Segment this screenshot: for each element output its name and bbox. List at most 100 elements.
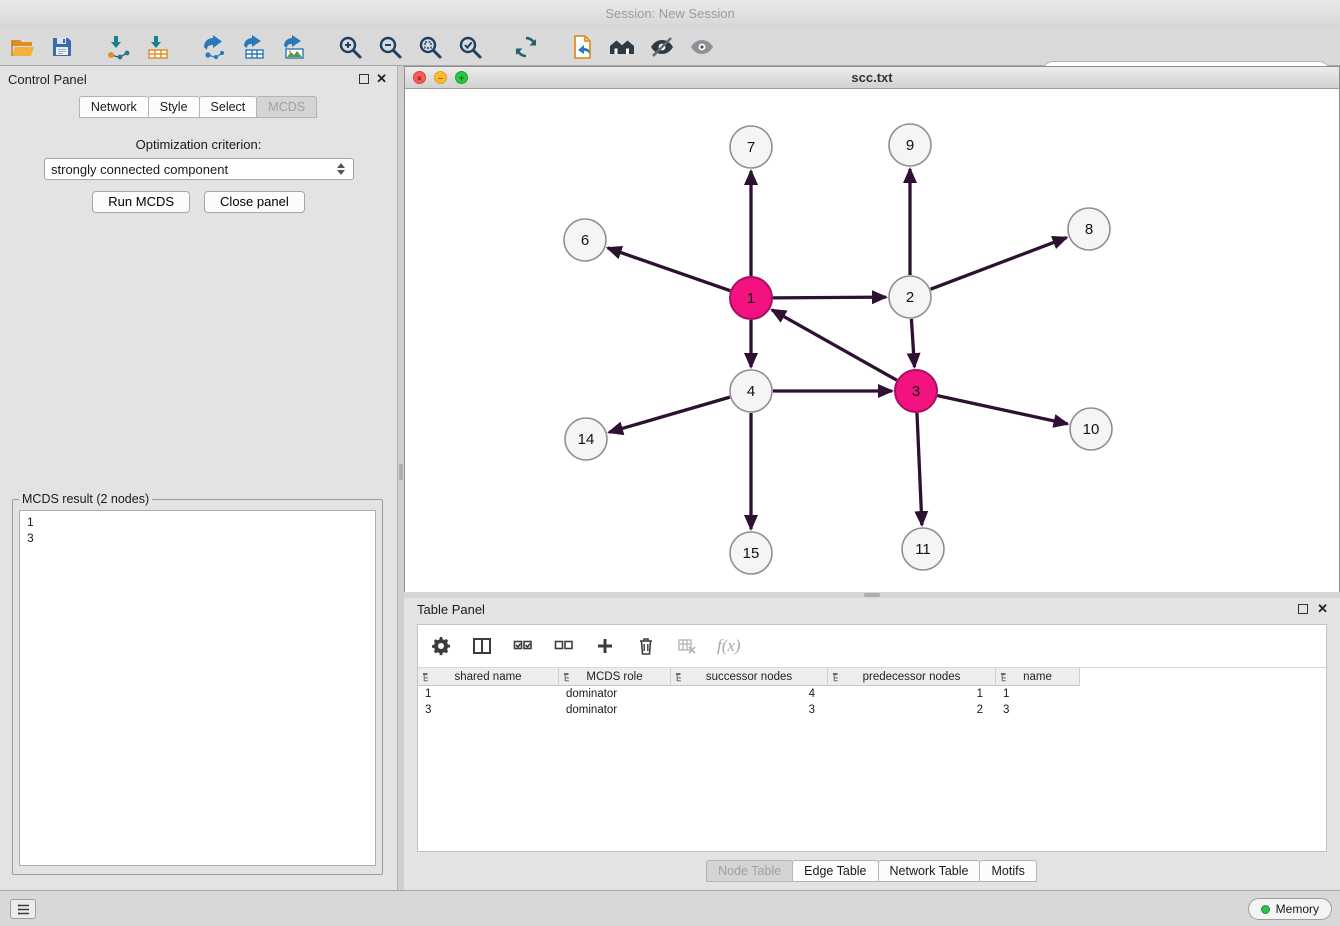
- node-7[interactable]: 7: [730, 126, 772, 168]
- tab-network[interactable]: Network: [79, 96, 149, 118]
- column-tree-icon: [675, 672, 686, 683]
- open-file-icon[interactable]: [8, 33, 36, 61]
- show-graphics-details-icon[interactable]: [688, 33, 716, 61]
- fx-label: f(x): [717, 636, 741, 656]
- column-tree-icon: [1000, 672, 1011, 683]
- save-session-icon[interactable]: [48, 33, 76, 61]
- tab-edge-table[interactable]: Edge Table: [792, 860, 878, 882]
- edge-4-14[interactable]: [609, 397, 730, 432]
- column-header-name[interactable]: name: [996, 668, 1080, 686]
- table-row[interactable]: 3dominator323: [418, 702, 1326, 718]
- table-cell: 1: [828, 686, 996, 702]
- column-tree-icon: [832, 672, 843, 683]
- splitter-handle[interactable]: [399, 464, 403, 480]
- column-header-successor-nodes[interactable]: successor nodes: [671, 668, 828, 686]
- close-panel-icon[interactable]: ✕: [376, 71, 387, 87]
- toolbar-group: [512, 33, 540, 61]
- control-panel-header: Control Panel ✕: [0, 66, 397, 92]
- node-15[interactable]: 15: [730, 532, 772, 574]
- svg-text:15: 15: [743, 545, 760, 562]
- node-2[interactable]: 2: [889, 276, 931, 318]
- minimize-window-icon[interactable]: [434, 71, 447, 84]
- refresh-icon[interactable]: [512, 33, 540, 61]
- tab-network-table[interactable]: Network Table: [878, 860, 981, 882]
- memory-status-icon: [1261, 905, 1270, 914]
- float-panel-icon[interactable]: [359, 74, 369, 84]
- create-column-icon[interactable]: [594, 635, 616, 657]
- column-header-shared-name[interactable]: shared name: [418, 668, 559, 686]
- export-table-icon[interactable]: [240, 33, 268, 61]
- table-row[interactable]: 1dominator411: [418, 686, 1326, 702]
- edge-2-8[interactable]: [931, 238, 1067, 290]
- toolbar-group: [8, 33, 76, 61]
- status-menu-button[interactable]: [10, 899, 36, 919]
- close-window-icon[interactable]: [413, 71, 426, 84]
- tab-mcds[interactable]: MCDS: [256, 96, 317, 118]
- table-panel-title: Table Panel: [417, 602, 485, 617]
- float-table-panel-icon[interactable]: [1298, 604, 1308, 614]
- edge-3-10[interactable]: [937, 396, 1067, 424]
- node-10[interactable]: 10: [1070, 408, 1112, 450]
- node-9[interactable]: 9: [889, 124, 931, 166]
- close-table-panel-icon[interactable]: ✕: [1317, 601, 1328, 617]
- svg-text:9: 9: [906, 137, 914, 154]
- node-14[interactable]: 14: [565, 418, 607, 460]
- copy-current-view-icon[interactable]: [568, 33, 596, 61]
- import-table-from-file-icon[interactable]: [144, 33, 172, 61]
- edge-2-3[interactable]: [911, 319, 914, 367]
- column-header-predecessor-nodes[interactable]: predecessor nodes: [828, 668, 996, 686]
- zoom-fit-icon[interactable]: [416, 33, 444, 61]
- column-header-label: successor nodes: [706, 671, 792, 683]
- export-network-icon[interactable]: [200, 33, 228, 61]
- import-network-from-file-icon[interactable]: [104, 33, 132, 61]
- table-cell: 1: [996, 686, 1080, 702]
- network-canvas[interactable]: 7 9 6 8 1 2 4 3 14 10 15 11: [405, 89, 1339, 592]
- toolbar-group: [104, 33, 172, 61]
- hamburger-icon: [17, 904, 30, 915]
- toolbar-group: [200, 33, 308, 61]
- splitter-handle[interactable]: [864, 593, 880, 597]
- svg-text:1: 1: [747, 290, 755, 307]
- edge-1-2[interactable]: [773, 297, 886, 298]
- table-settings-icon[interactable]: [430, 635, 452, 657]
- export-image-icon[interactable]: [280, 33, 308, 61]
- memory-button-label: Memory: [1276, 902, 1319, 916]
- tab-style[interactable]: Style: [148, 96, 200, 118]
- column-header-MCDS-role[interactable]: MCDS role: [559, 668, 671, 686]
- tab-motifs[interactable]: Motifs: [979, 860, 1036, 882]
- maximize-window-icon[interactable]: [455, 71, 468, 84]
- control-panel-tabs: NetworkStyleSelectMCDS: [0, 96, 397, 118]
- node-6[interactable]: 6: [564, 219, 606, 261]
- node-8[interactable]: 8: [1068, 208, 1110, 250]
- close-panel-button[interactable]: Close panel: [204, 191, 305, 213]
- tab-node-table[interactable]: Node Table: [706, 860, 793, 882]
- unselect-all-columns-icon[interactable]: [553, 635, 575, 657]
- table-header-row: shared name MCDS role successor nodes prede…: [418, 667, 1326, 686]
- column-header-label: shared name: [454, 671, 521, 683]
- show-column-icon[interactable]: [471, 635, 493, 657]
- criterion-dropdown[interactable]: strongly connected component: [44, 158, 354, 180]
- toolbar-group: [336, 33, 484, 61]
- zoom-out-icon[interactable]: [376, 33, 404, 61]
- zoom-selected-icon[interactable]: [456, 33, 484, 61]
- node-4[interactable]: 4: [730, 370, 772, 412]
- svg-text:14: 14: [578, 431, 595, 448]
- network-svg: 7 9 6 8 1 2 4 3 14 10 15 11: [405, 89, 1339, 592]
- optimization-criterion-label: Optimization criterion:: [0, 137, 397, 152]
- hide-graphics-details-icon[interactable]: [648, 33, 676, 61]
- select-all-columns-icon[interactable]: [512, 635, 534, 657]
- delete-column-icon[interactable]: [635, 635, 657, 657]
- network-overview-icon[interactable]: [608, 33, 636, 61]
- edge-1-6[interactable]: [608, 248, 731, 291]
- edge-3-11[interactable]: [917, 413, 922, 525]
- mcds-result-text[interactable]: 1 3: [19, 510, 376, 866]
- tab-select[interactable]: Select: [199, 96, 258, 118]
- node-11[interactable]: 11: [902, 528, 944, 570]
- edge-3-1[interactable]: [772, 310, 897, 380]
- memory-button[interactable]: Memory: [1248, 898, 1332, 920]
- zoom-in-icon[interactable]: [336, 33, 364, 61]
- run-mcds-button[interactable]: Run MCDS: [92, 191, 190, 213]
- node-1[interactable]: 1: [730, 277, 772, 319]
- node-3[interactable]: 3: [895, 370, 937, 412]
- mcds-result-group: MCDS result (2 nodes) 1 3: [12, 492, 383, 875]
